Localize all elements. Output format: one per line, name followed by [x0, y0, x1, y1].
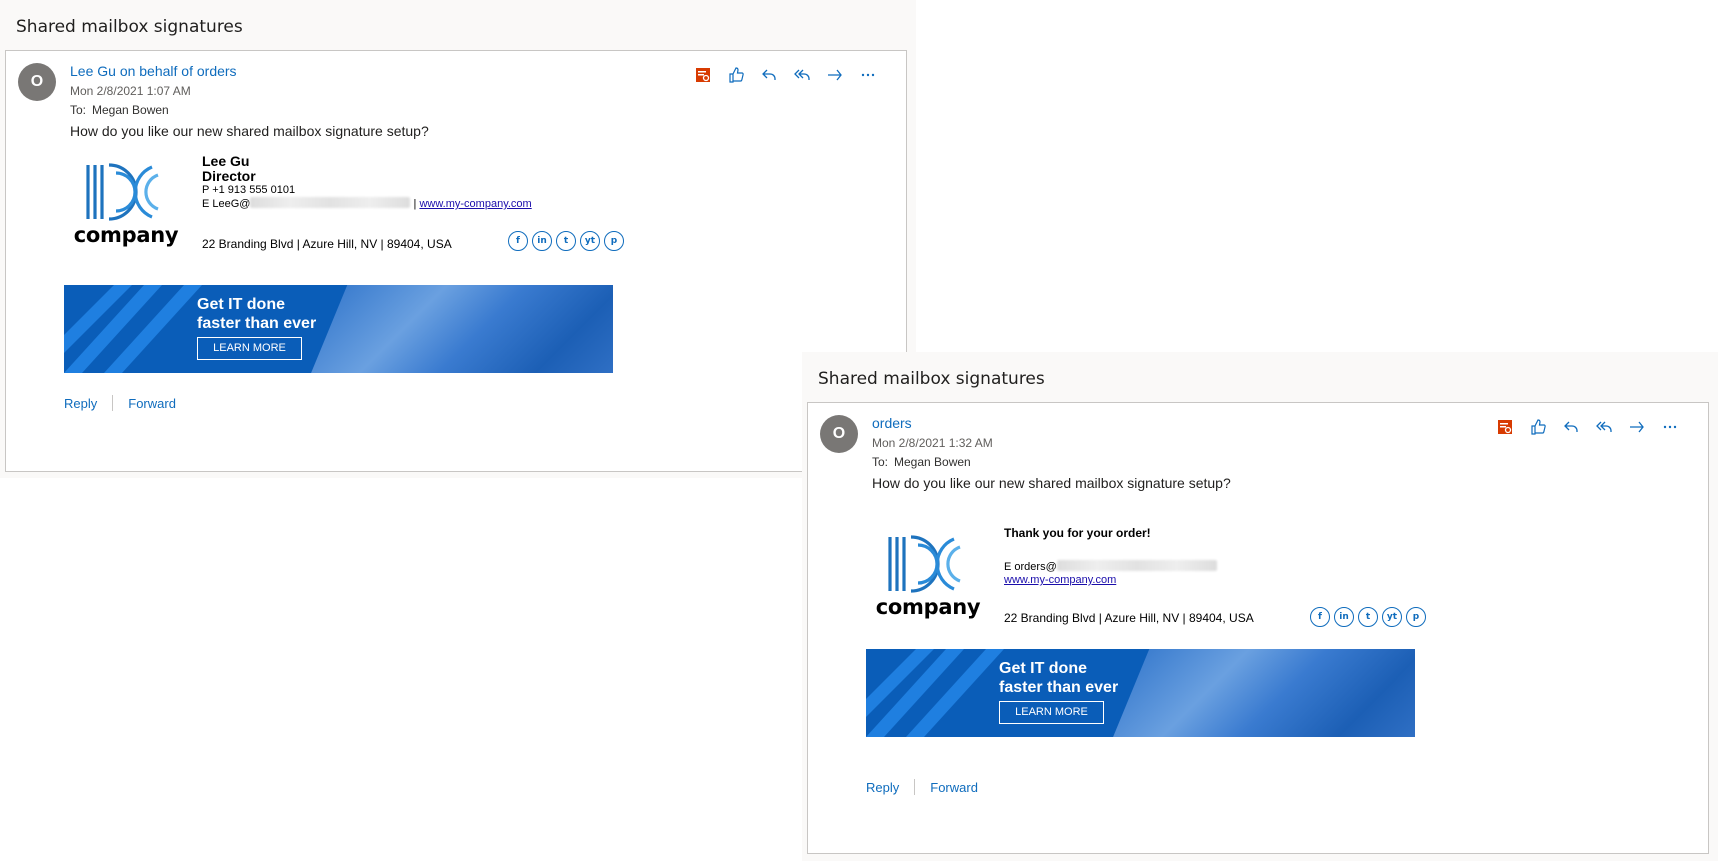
- message-body: How do you like our new shared mailbox s…: [872, 475, 1231, 491]
- reply-link[interactable]: Reply: [866, 780, 899, 795]
- sig-website-link[interactable]: www.my-company.com: [1004, 574, 1116, 586]
- recipient-name[interactable]: Megan Bowen: [92, 103, 169, 117]
- logo-text: company: [875, 595, 981, 619]
- banner-line2: faster than ever: [197, 315, 317, 332]
- linkedin-icon[interactable]: in: [1334, 607, 1354, 627]
- translate-icon[interactable]: [686, 63, 719, 87]
- sender-name[interactable]: orders: [872, 415, 912, 431]
- social-links: f in t yt p: [1310, 607, 1426, 627]
- company-logo: company: [66, 159, 186, 247]
- recipient-name[interactable]: Megan Bowen: [894, 455, 971, 469]
- avatar[interactable]: O: [18, 63, 56, 101]
- logo-text: company: [73, 223, 179, 247]
- banner-line1: Get IT done: [197, 296, 285, 313]
- pane-title: Shared mailbox signatures: [16, 17, 243, 37]
- reply-all-icon[interactable]: [1587, 415, 1620, 439]
- footer-divider: [914, 779, 916, 795]
- sig-email-line: E LeeG@ | www.my-company.com: [202, 197, 532, 211]
- avatar[interactable]: O: [820, 415, 858, 453]
- sender-name[interactable]: Lee Gu on behalf of orders: [70, 63, 237, 79]
- twitter-icon[interactable]: t: [556, 231, 576, 251]
- translate-icon[interactable]: [1488, 415, 1521, 439]
- learn-more-button[interactable]: LEARN MORE: [197, 337, 302, 360]
- sig-separator: |: [413, 198, 417, 210]
- message-date: Mon 2/8/2021 1:07 AM: [70, 84, 191, 98]
- message-card: O Lee Gu on behalf of orders Mon 2/8/202…: [5, 50, 907, 472]
- banner-headline: Get IT done faster than ever: [999, 659, 1118, 697]
- message-actions: [1488, 415, 1686, 439]
- sig-phone: P +1 913 555 0101: [202, 184, 296, 196]
- message-footer: Reply Forward: [866, 779, 978, 795]
- footer-divider: [112, 395, 114, 411]
- sig-name: Lee Gu: [202, 153, 250, 169]
- learn-more-button[interactable]: LEARN MORE: [999, 701, 1104, 724]
- facebook-icon[interactable]: f: [508, 231, 528, 251]
- more-icon[interactable]: [851, 63, 884, 87]
- reply-link[interactable]: Reply: [64, 396, 97, 411]
- reading-pane-right: Shared mailbox signatures O orders Mon 2…: [802, 352, 1718, 861]
- pane-title: Shared mailbox signatures: [818, 369, 1045, 389]
- message-body: How do you like our new shared mailbox s…: [70, 123, 429, 139]
- banner-line1: Get IT done: [999, 660, 1087, 677]
- youtube-icon[interactable]: yt: [1382, 607, 1402, 627]
- redacted-email: [1056, 560, 1217, 571]
- pinterest-icon[interactable]: p: [1406, 607, 1426, 627]
- reading-pane-left: Shared mailbox signatures O Lee Gu on be…: [0, 0, 916, 478]
- reply-all-icon[interactable]: [785, 63, 818, 87]
- sig-website-link[interactable]: www.my-company.com: [419, 198, 531, 210]
- sig-email-line: E orders@: [1004, 560, 1217, 574]
- message-footer: Reply Forward: [64, 395, 176, 411]
- more-icon[interactable]: [1653, 415, 1686, 439]
- youtube-icon[interactable]: yt: [580, 231, 600, 251]
- to-label: To:: [872, 455, 889, 469]
- promo-banner[interactable]: Get IT done faster than ever LEARN MORE: [64, 285, 613, 373]
- reply-icon[interactable]: [752, 63, 785, 87]
- company-logo: company: [868, 531, 988, 619]
- message-date: Mon 2/8/2021 1:32 AM: [872, 436, 993, 450]
- message-card: O orders Mon 2/8/2021 1:32 AM To: Megan B…: [807, 402, 1709, 854]
- sig-address: 22 Branding Blvd | Azure Hill, NV | 8940…: [1004, 611, 1254, 625]
- like-icon[interactable]: [719, 63, 752, 87]
- promo-banner[interactable]: Get IT done faster than ever LEARN MORE: [866, 649, 1415, 737]
- signature-block: Lee Gu Director P +1 913 555 0101 E LeeG…: [202, 154, 532, 211]
- forward-link[interactable]: Forward: [128, 396, 176, 411]
- forward-icon[interactable]: [1620, 415, 1653, 439]
- recipients-line: To: Megan Bowen: [70, 103, 169, 117]
- banner-line2: faster than ever: [999, 679, 1119, 696]
- reply-icon[interactable]: [1554, 415, 1587, 439]
- like-icon[interactable]: [1521, 415, 1554, 439]
- facebook-icon[interactable]: f: [1310, 607, 1330, 627]
- sig-title: Director: [202, 168, 256, 184]
- forward-link[interactable]: Forward: [930, 780, 978, 795]
- twitter-icon[interactable]: t: [1358, 607, 1378, 627]
- sig-email-prefix: E orders@: [1004, 561, 1057, 573]
- redacted-email: [250, 197, 411, 208]
- pinterest-icon[interactable]: p: [604, 231, 624, 251]
- sig-address: 22 Branding Blvd | Azure Hill, NV | 8940…: [202, 237, 452, 251]
- recipients-line: To: Megan Bowen: [872, 455, 971, 469]
- to-label: To:: [70, 103, 87, 117]
- sig-email-prefix: E LeeG@: [202, 198, 251, 210]
- banner-jet-image: [311, 285, 613, 373]
- banner-jet-image: [1113, 649, 1415, 737]
- banner-headline: Get IT done faster than ever: [197, 295, 316, 333]
- signature-block: Thank you for your order! E orders@ www.…: [1004, 527, 1217, 587]
- sig-thanks: Thank you for your order!: [1004, 526, 1151, 540]
- social-links: f in t yt p: [508, 231, 624, 251]
- message-actions: [686, 63, 884, 87]
- forward-icon[interactable]: [818, 63, 851, 87]
- linkedin-icon[interactable]: in: [532, 231, 552, 251]
